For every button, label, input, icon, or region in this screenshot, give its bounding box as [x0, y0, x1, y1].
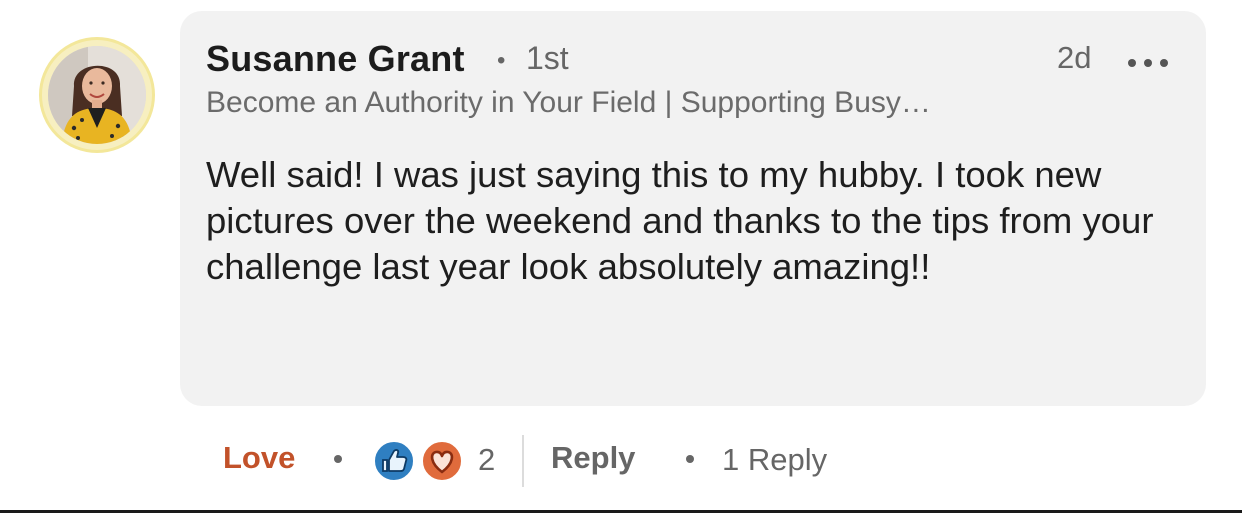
reactions-summary[interactable]: [372, 439, 466, 483]
heart-icon: [421, 440, 463, 482]
comment-page: Susanne Grant • 1st 2d Become an Authori…: [0, 0, 1242, 513]
author-headline: Become an Authority in Your Field | Supp…: [206, 86, 931, 119]
reaction-count[interactable]: 2: [478, 442, 495, 478]
avatar-photo: [48, 46, 146, 144]
comment-text: Well said! I was just saying this to my …: [206, 154, 1154, 287]
avatar[interactable]: [39, 37, 155, 153]
reply-button[interactable]: Reply: [551, 440, 635, 476]
action-separator-dot: [686, 455, 694, 463]
view-replies-link[interactable]: 1 Reply: [722, 442, 827, 478]
action-separator-dot: [334, 455, 342, 463]
more-options-button[interactable]: [1120, 45, 1176, 81]
action-divider: [522, 435, 524, 487]
thumbs-up-icon: [373, 440, 415, 482]
more-horizontal-icon: [1128, 59, 1168, 67]
author-name[interactable]: Susanne Grant: [206, 38, 465, 80]
love-reaction-button[interactable]: Love: [223, 440, 295, 476]
connection-degree: 1st: [526, 40, 569, 76]
degree-separator: •: [497, 47, 506, 74]
timestamp: 2d: [1057, 40, 1092, 75]
